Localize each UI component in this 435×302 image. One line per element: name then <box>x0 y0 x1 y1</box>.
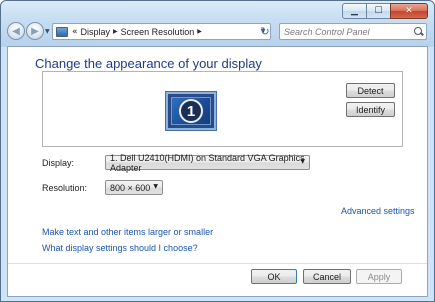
footer-divider <box>8 263 427 264</box>
page-title: Change the appearance of your display <box>35 56 262 71</box>
chevron-down-icon: ▼ <box>153 183 158 190</box>
monitor-number: 1 <box>179 99 203 123</box>
breadcrumb-separator-icon[interactable]: ▶ <box>113 28 118 35</box>
close-button[interactable]: ✕ <box>390 3 428 19</box>
identify-label: Identify <box>355 104 386 115</box>
ok-label: OK <box>267 271 281 282</box>
apply-button[interactable]: Apply <box>356 269 402 284</box>
display-settings-help-link[interactable]: What display settings should I choose? <box>42 243 198 253</box>
text-size-link[interactable]: Make text and other items larger or smal… <box>42 227 213 237</box>
cancel-button[interactable]: Cancel <box>303 269 351 284</box>
refresh-button[interactable]: ↻ <box>256 23 274 40</box>
display-value: 1. Dell U2410(HDMI) on Standard VGA Grap… <box>110 152 305 173</box>
forward-button[interactable]: ▶ <box>26 22 44 40</box>
monitor-screen: 1 <box>171 97 211 125</box>
breadcrumb-display[interactable]: Display <box>81 27 111 37</box>
display-label: Display: <box>42 158 75 168</box>
back-arrow-icon: ◀ <box>12 25 20 37</box>
monitor-1-icon[interactable]: 1 <box>166 92 216 130</box>
minimize-button[interactable]: ▁ <box>342 3 367 19</box>
apply-label: Apply <box>367 271 391 282</box>
resolution-select[interactable]: 800 × 600 ▼ <box>105 180 163 195</box>
search-placeholder: Search Control Panel <box>284 26 370 37</box>
ok-button[interactable]: OK <box>251 269 297 284</box>
maximize-button[interactable]: ☐ <box>366 3 391 19</box>
display-select[interactable]: 1. Dell U2410(HDMI) on Standard VGA Grap… <box>105 152 310 173</box>
search-icon[interactable] <box>412 25 426 39</box>
search-input[interactable]: Search Control Panel <box>279 23 427 40</box>
detect-button[interactable]: Detect <box>346 83 395 98</box>
advanced-settings-link[interactable]: Advanced settings <box>341 206 415 216</box>
forward-arrow-icon: ▶ <box>31 25 39 37</box>
refresh-icon: ↻ <box>260 25 270 38</box>
resolution-value: 800 × 600 <box>110 182 151 193</box>
screen-resolution-window: ▁ ☐ ✕ ◀ ▶ ▼ « Display ▶ Screen Resolutio… <box>0 0 435 302</box>
breadcrumb-separator-icon[interactable]: ▶ <box>197 28 202 35</box>
resolution-label: Resolution: <box>42 183 88 193</box>
recent-pages-dropdown[interactable]: ▼ <box>45 28 50 35</box>
caption-buttons: ▁ ☐ ✕ <box>342 3 428 19</box>
address-overflow[interactable]: « <box>72 27 78 37</box>
chevron-down-icon: ▼ <box>300 158 305 165</box>
identify-button[interactable]: Identify <box>346 102 395 117</box>
back-button[interactable]: ◀ <box>7 22 25 40</box>
detect-label: Detect <box>357 85 384 96</box>
breadcrumb-screen-resolution[interactable]: Screen Resolution <box>121 27 195 37</box>
control-panel-icon <box>56 26 68 37</box>
address-bar[interactable]: « Display ▶ Screen Resolution ▶ ▼ <box>52 23 271 40</box>
cancel-label: Cancel <box>312 271 341 282</box>
